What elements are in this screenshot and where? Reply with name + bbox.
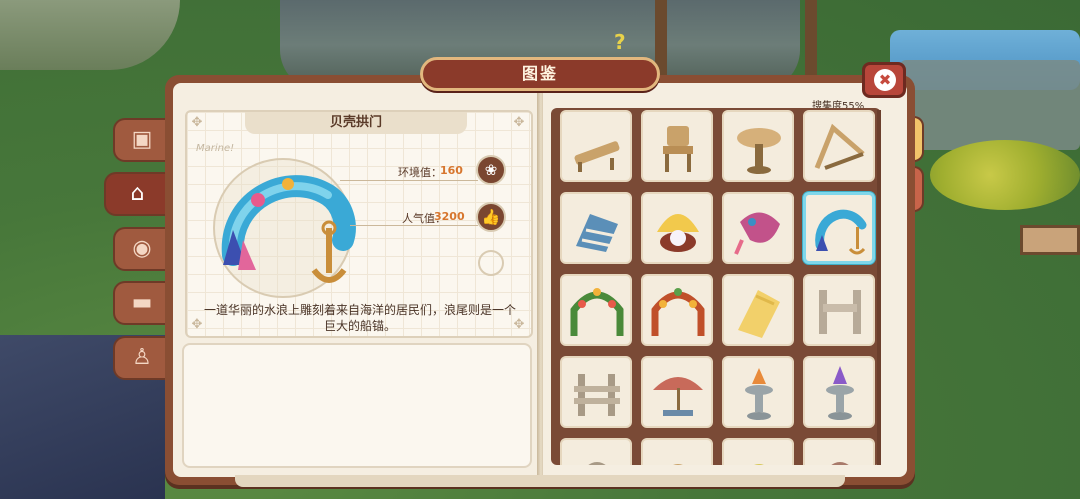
grid-scrollbar[interactable]: [877, 110, 881, 465]
grid-item-wooden-frame[interactable]: [803, 110, 875, 182]
wooden-frame-icon: [814, 123, 865, 170]
partial-item-4-icon: [831, 462, 849, 465]
page-title: 图鉴: [420, 57, 660, 91]
thumbs-up-icon: 👍: [476, 202, 506, 232]
grid-item-pearl-shell[interactable]: [641, 192, 713, 264]
environment-value: 160: [440, 164, 463, 177]
shirt-icon: ♙: [132, 345, 152, 370]
box-icon: ▣: [131, 127, 153, 152]
grid-item-wooden-post-fence[interactable]: [560, 356, 632, 428]
book-bottom-edge: [235, 475, 845, 487]
yellow-sunbed-icon: [738, 290, 780, 338]
house-icon: ⌂: [130, 181, 145, 206]
grid-item-yellow-sunbed[interactable]: [722, 274, 794, 346]
environment-label: 环境值：: [398, 166, 442, 179]
grid-item-round-table[interactable]: [722, 110, 794, 182]
grid-item-fountain-carrot[interactable]: [722, 356, 794, 428]
grid-item-beach-umbrella[interactable]: [641, 356, 713, 428]
stone-house: [900, 60, 1080, 150]
grid-item-partial-item-2[interactable]: [641, 438, 713, 465]
corner-ornament-icon: ✥: [191, 115, 203, 130]
item-name: 贝壳拱门: [245, 112, 467, 134]
grid-item-partial-item-4[interactable]: [803, 438, 875, 465]
environment-flower-icon: ❀: [476, 155, 506, 185]
item-grid: [551, 108, 881, 465]
grid-item-striped-deck-chair[interactable]: [560, 192, 632, 264]
sofa-icon: ▬: [131, 290, 153, 315]
fountain-purple-icon: [826, 366, 854, 420]
item-description: 一道华丽的水浪上雕刻着来自海洋的居民们，浪尾则是一个巨大的船锚。: [203, 303, 516, 333]
tab-sofa[interactable]: ▬: [113, 281, 169, 325]
quest-marker-icon[interactable]: ?: [614, 30, 626, 54]
owl-icon: ◉: [132, 236, 152, 261]
partial-item-3-icon: [754, 464, 764, 465]
stat-connector: [340, 180, 478, 181]
fountain-carrot-icon: [745, 368, 773, 420]
wooden-sign: [1020, 225, 1080, 255]
close-button[interactable]: ✖: [862, 62, 906, 98]
grid-item-wooden-fence[interactable]: [803, 274, 875, 346]
tab-clothes[interactable]: ♙: [113, 336, 169, 380]
lounge-chair-icon: [574, 141, 620, 172]
wooden-chair-icon: [663, 126, 693, 172]
tab-house[interactable]: ⌂: [104, 172, 169, 216]
beach-umbrella-icon: [653, 377, 703, 416]
yellow-tree: [930, 140, 1080, 210]
grid-item-partial-item-3[interactable]: [722, 438, 794, 465]
round-table-icon: [737, 128, 781, 174]
wooden-fence-icon: [819, 290, 861, 334]
signature-text: Marine!: [196, 143, 235, 154]
item-notes-box: [182, 343, 532, 468]
corner-ornament-icon: ✥: [513, 115, 525, 130]
wooden-pole: [805, 0, 817, 80]
partial-item-1-icon: [588, 462, 606, 465]
grid-item-wooden-chair[interactable]: [641, 110, 713, 182]
partial-item-2-icon: [673, 464, 683, 465]
flower-arch-red-icon: [651, 288, 705, 336]
empty-stat-slot: [478, 250, 504, 276]
flower-arch-green-icon: [570, 288, 624, 336]
grid-item-flower-arch-red[interactable]: [641, 274, 713, 346]
grid-item-shell-arch[interactable]: [803, 192, 875, 264]
grid-item-flower-arch-green[interactable]: [560, 274, 632, 346]
pearl-shell-icon: [657, 214, 699, 252]
grid-item-lounge-chair[interactable]: [560, 110, 632, 182]
striped-deck-chair-icon: [576, 214, 618, 252]
shell-arch-image: [221, 175, 356, 283]
grid-item-coral-ornament[interactable]: [722, 192, 794, 264]
tab-owl[interactable]: ◉: [113, 227, 169, 271]
close-icon: ✖: [874, 69, 896, 91]
popularity-value: 3200: [434, 210, 465, 223]
wooden-post-fence-icon: [574, 374, 620, 416]
grid-item-partial-item-1[interactable]: [560, 438, 632, 465]
tab-box[interactable]: ▣: [113, 118, 169, 162]
shell-arch-icon: [815, 209, 867, 255]
coral-ornament-icon: [734, 212, 780, 255]
grid-item-fountain-purple[interactable]: [803, 356, 875, 428]
